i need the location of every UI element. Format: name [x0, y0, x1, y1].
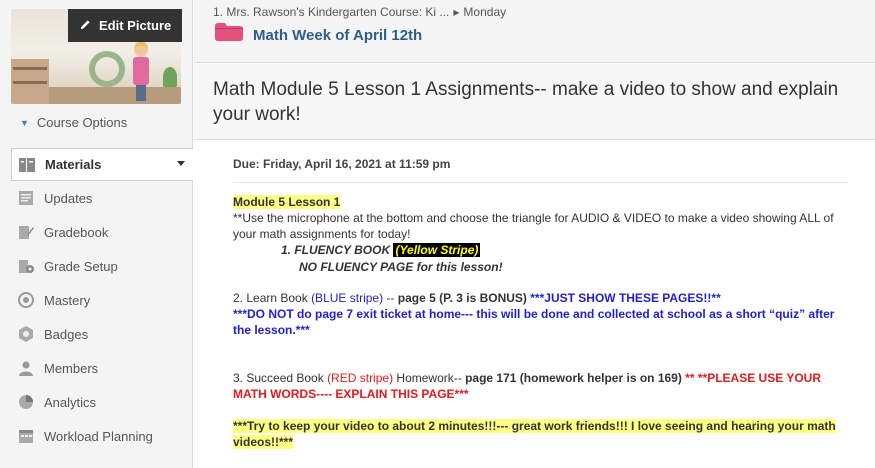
members-icon	[16, 358, 36, 378]
sidebar-item-materials[interactable]: Materials	[11, 148, 193, 181]
sidebar-item-label: Materials	[45, 157, 102, 172]
exit-ticket-line-2: the lesson.***	[233, 323, 310, 337]
video-note-2: videos!!***	[233, 435, 294, 449]
red-stripe-label: (RED stripe)	[327, 371, 394, 385]
edit-picture-button[interactable]: Edit Picture	[68, 9, 182, 42]
sidebar-item-mastery[interactable]: Mastery	[11, 283, 193, 317]
learn-pages: page 5 (P. 3 is BONUS)	[397, 291, 527, 305]
badges-icon	[16, 324, 36, 344]
succeed-homework: Homework--	[393, 371, 466, 385]
succeed-note: ** **PLEASE USE YOUR	[681, 371, 821, 385]
course-options-label: Course Options	[36, 115, 128, 130]
sidebar-item-updates[interactable]: Updates	[11, 181, 193, 215]
materials-icon	[17, 155, 37, 175]
video-note-line-2: videos!!***	[233, 434, 294, 450]
sidebar-item-label: Updates	[44, 190, 93, 206]
course-options-toggle[interactable]: ▼ Course Options	[20, 115, 127, 130]
sidebar-item-label: Workload Planning	[44, 428, 153, 444]
exit-ticket-line-1: ***DO NOT do page 7 exit ticket at home-…	[233, 307, 835, 321]
succeed-note-line-2: MATH WORDS---- EXPLAIN THIS PAGE***	[233, 387, 469, 401]
yellow-stripe-tag: (Yellow Stripe)	[393, 243, 481, 257]
sidebar-item-grade-setup[interactable]: Grade Setup	[11, 249, 193, 283]
folder-icon	[215, 23, 243, 41]
sidebar-item-label: Mastery	[44, 292, 91, 308]
due-date: Due: Friday, April 16, 2021 at 11:59 pm	[233, 157, 451, 171]
no-fluency-line: NO FLUENCY PAGE for this lesson!	[299, 259, 503, 275]
caret-down-icon: ▼	[20, 117, 29, 128]
folder-title-link[interactable]: Math Week of April 12th	[253, 27, 422, 44]
sidebar-item-label: Badges	[44, 326, 89, 342]
sidebar-item-label: Grade Setup	[44, 258, 118, 274]
learn-number: 2. Learn Book	[233, 291, 312, 305]
fluency-label: 1. FLUENCY BOOK	[281, 243, 394, 257]
grade-setup-icon	[16, 256, 36, 276]
sidebar-item-badges[interactable]: Badges	[11, 317, 193, 351]
gradebook-icon	[16, 222, 36, 242]
workload-planning-icon	[16, 426, 36, 446]
page-title: Math Module 5 Lesson 1 Assignments-- mak…	[213, 79, 839, 125]
learn-book-line: 2. Learn Book (BLUE stripe) -- page 5 (P…	[233, 290, 721, 306]
sidebar-item-gradebook[interactable]: Gradebook	[11, 215, 193, 249]
breadcrumb-page-link[interactable]: Monday	[463, 5, 506, 19]
module-label: Module 5 Lesson 1	[233, 195, 341, 209]
video-note-1: ***Try to keep your video to about 2 min…	[233, 419, 836, 433]
edit-picture-label: Edit Picture	[99, 18, 172, 33]
sidebar-item-analytics[interactable]: Analytics	[11, 385, 193, 419]
course-nav: Materials Updates Gradebook Grade Setup	[11, 148, 193, 453]
blue-stripe-label: (BLUE stripe)	[311, 291, 384, 305]
module-heading: Module 5 Lesson 1	[233, 194, 341, 210]
assignment-title-bar: Math Module 5 Lesson 1 Assignments-- mak…	[194, 64, 875, 140]
succeed-book-line: 3. Succeed Book (RED stripe) Homework-- …	[233, 370, 821, 386]
learn-note: ***JUST SHOW THESE PAGES!!**	[526, 291, 721, 305]
breadcrumb: 1. Mrs. Rawson's Kindergarten Course: Ki…	[213, 5, 506, 19]
breadcrumb-course-link[interactable]: 1. Mrs. Rawson's Kindergarten Course: Ki…	[213, 5, 449, 19]
succeed-number: 3. Succeed Book	[233, 371, 328, 385]
pencil-icon	[80, 18, 91, 33]
instruction-line-1: **Use the microphone at the bottom and c…	[233, 211, 834, 225]
sidebar-item-label: Analytics	[44, 394, 97, 410]
analytics-icon	[16, 392, 36, 412]
page-header: 1. Mrs. Rawson's Kindergarten Course: Ki…	[194, 0, 875, 63]
fluency-line: 1. FLUENCY BOOK (Yellow Stripe)	[281, 242, 481, 258]
sidebar: Edit Picture ▼ Course Options Materials …	[0, 0, 193, 468]
instruction-line-2: your math assignments for today!	[233, 227, 411, 241]
updates-icon	[16, 188, 36, 208]
sidebar-item-label: Members	[44, 360, 99, 376]
mastery-icon	[16, 290, 36, 310]
learn-dash: --	[383, 291, 398, 305]
chevron-down-icon[interactable]	[177, 161, 185, 166]
succeed-pages: page 171 (homework helper is on 169)	[465, 371, 682, 385]
breadcrumb-separator: ▸	[453, 5, 460, 19]
no-fluency-label: NO FLUENCY PAGE for this lesson!	[299, 260, 503, 274]
divider	[233, 182, 848, 183]
sidebar-item-label: Gradebook	[44, 224, 109, 240]
sidebar-item-members[interactable]: Members	[11, 351, 193, 385]
sidebar-item-workload-planning[interactable]: Workload Planning	[11, 419, 193, 453]
assignment-body: Due: Friday, April 16, 2021 at 11:59 pm …	[220, 140, 875, 468]
video-note-line-1: ***Try to keep your video to about 2 min…	[233, 418, 836, 434]
